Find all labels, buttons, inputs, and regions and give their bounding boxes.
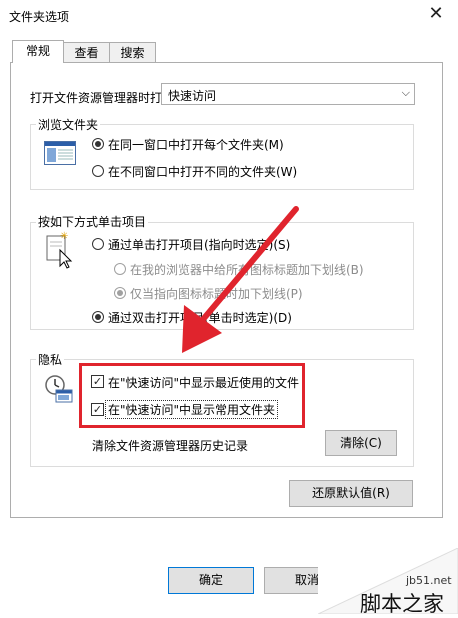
restore-defaults-button[interactable]: 还原默认值(R) [289, 480, 413, 507]
radio-different-window[interactable] [92, 165, 104, 177]
radio-double-click[interactable] [92, 311, 104, 323]
title-bar: 文件夹选项 ✕ [0, 0, 458, 30]
different-window-label: 在不同窗口中打开不同的文件夹(W) [108, 165, 298, 179]
open-explorer-select[interactable]: 快速访问 ⌵ [161, 83, 415, 105]
open-explorer-value: 快速访问 [168, 89, 217, 103]
close-icon[interactable]: ✕ [424, 3, 448, 27]
browse-folders-legend: 浏览文件夹 [36, 116, 101, 133]
highlight-box [79, 363, 305, 428]
svg-text:✳: ✳ [60, 231, 68, 242]
clear-history-button[interactable]: 清除(C) [325, 430, 397, 456]
watermark-site: jb51.net [406, 574, 452, 587]
chevron-down-icon: ⌵ [401, 86, 410, 99]
watermark: jb51.net 脚本之家 [318, 548, 458, 616]
pointer-icon: ✳ [46, 230, 76, 270]
tab-general[interactable]: 常规 [12, 40, 64, 63]
tab-search[interactable]: 搜索 [109, 42, 156, 62]
ok-button[interactable]: 确定 [168, 567, 254, 594]
same-window-label: 在同一窗口中打开每个文件夹(M) [108, 138, 284, 152]
tab-view[interactable]: 查看 [63, 42, 110, 62]
radio-underline-point[interactable] [114, 287, 126, 299]
open-explorer-label: 打开文件资源管理器时打 [30, 91, 163, 105]
radio-same-window[interactable] [92, 138, 104, 150]
window-title: 文件夹选项 [9, 10, 70, 24]
click-items-legend: 按如下方式单击项目 [36, 213, 149, 230]
browse-folders-group [30, 124, 414, 190]
radio-underline-all[interactable] [114, 263, 126, 275]
window-icon [44, 141, 76, 165]
privacy-legend: 隐私 [36, 351, 65, 368]
clear-history-label: 清除文件资源管理器历史记录 [92, 439, 249, 453]
privacy-icon [44, 374, 74, 404]
annotation-arrow-icon [182, 206, 299, 353]
radio-single-click[interactable] [92, 238, 104, 250]
